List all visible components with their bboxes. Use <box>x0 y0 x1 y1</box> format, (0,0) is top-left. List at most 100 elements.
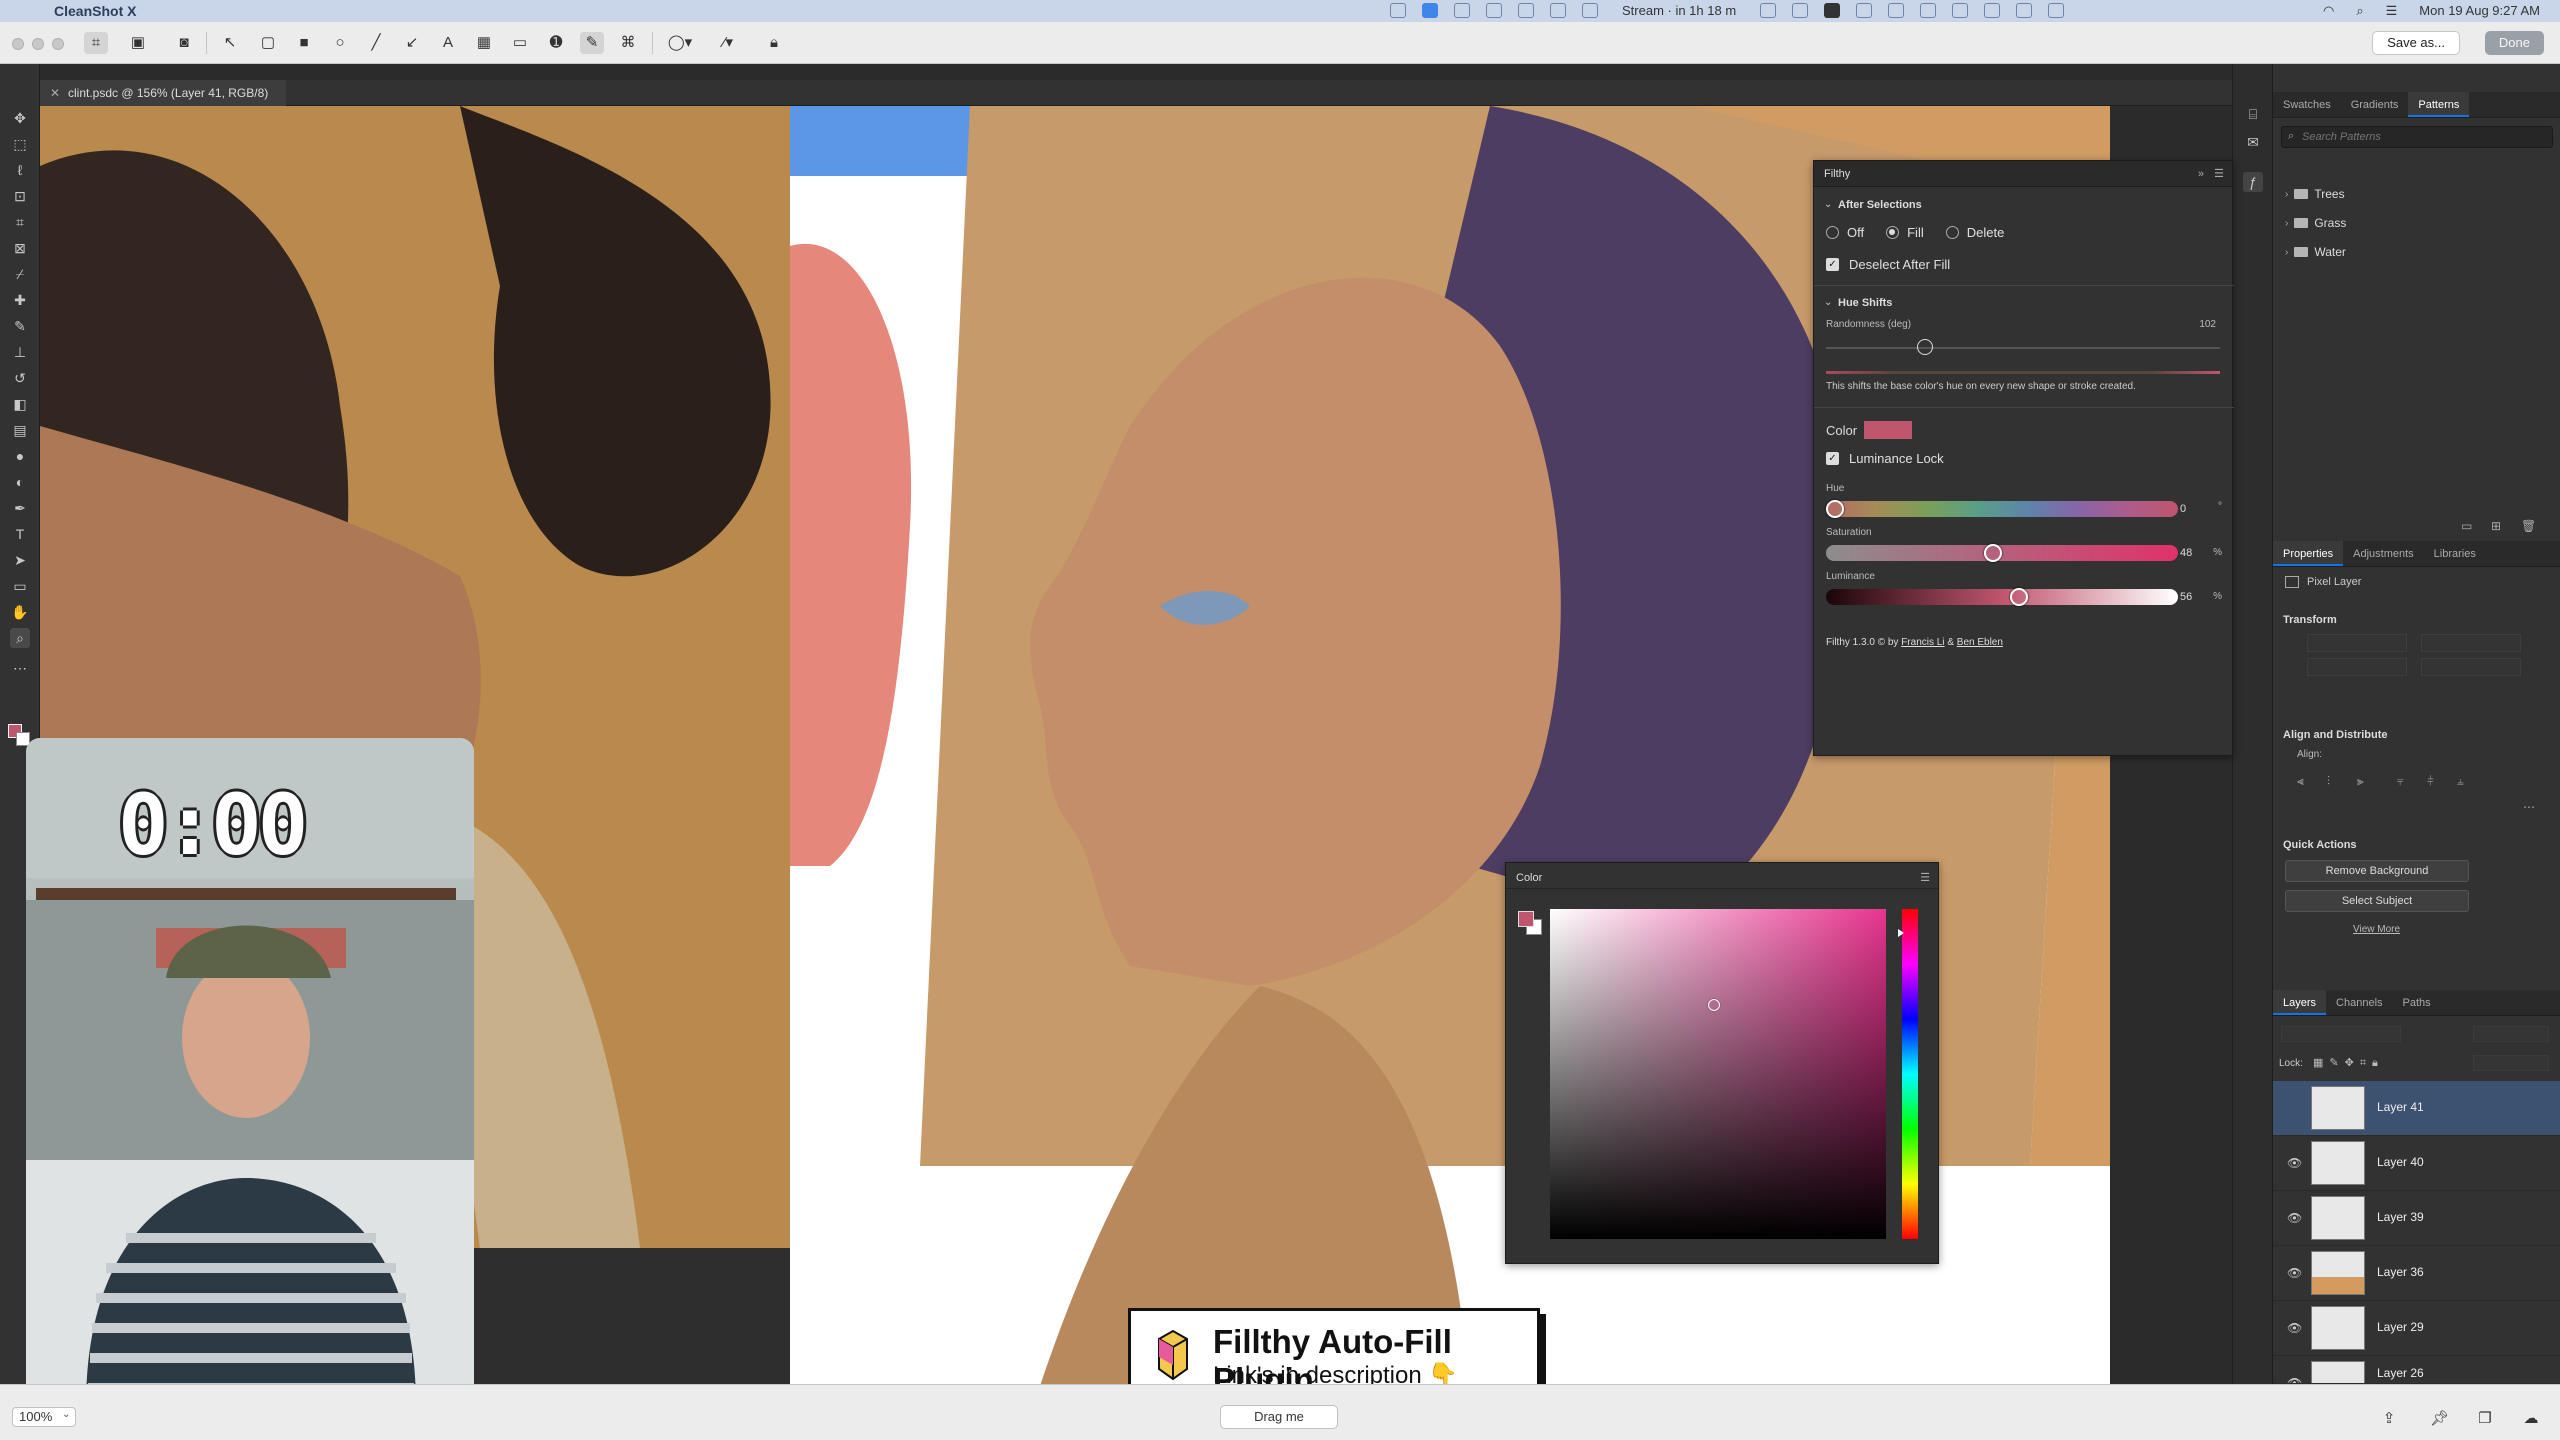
color-picker-icon[interactable]: ◯▾ <box>662 32 698 54</box>
screenshot-icon[interactable]: ◙ <box>172 32 196 54</box>
history-panel-icon[interactable]: ⌸ <box>2243 104 2263 124</box>
hue-slider[interactable] <box>1826 501 2178 517</box>
layer-row[interactable]: 👁︎ Layer 29 <box>2273 1301 2560 1356</box>
layer-row[interactable]: 👁︎ Layer 39 <box>2273 1191 2560 1246</box>
new-group-icon[interactable]: ▭ <box>2461 519 2472 533</box>
close-window-button[interactable] <box>12 38 24 50</box>
filled-rectangle-tool-icon[interactable]: ■ <box>292 32 316 54</box>
chevron-down-icon[interactable]: ⌄ <box>1824 199 1832 210</box>
spotlight-tool-icon[interactable]: ▭ <box>508 32 532 54</box>
blur-tool-icon[interactable]: ● <box>10 446 30 466</box>
more-options-icon[interactable]: ⋯ <box>2523 800 2535 814</box>
comments-panel-icon[interactable]: ✉ <box>2243 132 2263 152</box>
remove-background-button[interactable]: Remove Background <box>2285 860 2469 882</box>
history-brush-icon[interactable]: ↺ <box>10 368 30 388</box>
cloud-upload-icon[interactable]: ☁ <box>2522 1409 2540 1427</box>
layer-row[interactable]: Layer 41 <box>2273 1081 2560 1136</box>
clock[interactable]: Mon 19 Aug 9:27 AM <box>2419 3 2540 19</box>
filthy-panel-icon[interactable]: ƒ <box>2243 172 2263 192</box>
hue-knob[interactable] <box>1826 500 1844 518</box>
tab-swatches[interactable]: Swatches <box>2273 92 2341 117</box>
color-titlebar[interactable]: Color ☰ <box>1506 863 1938 889</box>
hue-shifts-heading[interactable]: Hue Shifts <box>1838 297 1892 309</box>
filthy-titlebar[interactable]: Filthy » ☰ <box>1814 161 2232 187</box>
status-icon[interactable] <box>1984 3 2001 18</box>
status-icon[interactable] <box>1856 3 1873 18</box>
align-middle-icon[interactable]: ⫩ <box>2427 774 2434 789</box>
select-subject-button[interactable]: Select Subject <box>2285 890 2469 912</box>
zoom-window-button[interactable] <box>52 38 64 50</box>
opacity-field[interactable] <box>2473 1026 2549 1042</box>
arrow-line-tool-icon[interactable]: ↙ <box>400 32 424 54</box>
brush-tool-icon[interactable]: ✎ <box>10 316 30 336</box>
layer-row[interactable]: 👁︎ Layer 26 <box>2273 1356 2560 1384</box>
tab-paths[interactable]: Paths <box>2393 990 2441 1015</box>
folder-trees[interactable]: › Trees <box>2285 184 2345 204</box>
blend-mode-select[interactable] <box>2281 1026 2401 1042</box>
text-tool-icon[interactable]: A <box>436 32 460 54</box>
tab-channels[interactable]: Channels <box>2326 990 2392 1015</box>
author-link[interactable]: Francis Li <box>1901 637 1944 648</box>
layer-row[interactable]: 👁︎ Layer 36 <box>2273 1246 2560 1301</box>
path-select-icon[interactable]: ➤ <box>10 550 30 570</box>
stroke-width-icon[interactable]: ⁄▾ <box>710 32 746 54</box>
more-tools-icon[interactable]: ⋯ <box>10 658 30 678</box>
saturation-value[interactable]: 48 <box>2180 547 2216 563</box>
gradient-tool-icon[interactable]: ▤ <box>10 420 30 440</box>
lasso-tool-icon[interactable]: ℓ <box>10 160 30 180</box>
status-icon[interactable] <box>1824 3 1841 18</box>
document-tab[interactable]: ✕ clint.psdc @ 156% (Layer 41, RGB/8) <box>40 80 287 106</box>
align-heading[interactable]: Align and Distribute <box>2283 729 2388 741</box>
eye-icon[interactable]: 👁︎ <box>2287 1156 2302 1170</box>
healing-brush-icon[interactable]: ✚ <box>10 290 30 310</box>
randomness-slider[interactable] <box>1826 347 2220 349</box>
status-icon[interactable] <box>2048 3 2065 18</box>
ellipse-tool-icon[interactable]: ○ <box>328 32 352 54</box>
eye-icon[interactable]: 👁︎ <box>2287 1211 2302 1225</box>
luminance-value[interactable]: 56 <box>2180 591 2216 607</box>
frame-tool-icon[interactable]: ⊠ <box>10 238 30 258</box>
drag-handle[interactable]: Drag me <box>1220 1405 1338 1429</box>
status-icon[interactable] <box>1422 3 1438 18</box>
hue-strip[interactable] <box>1898 909 1918 1239</box>
app-name[interactable]: CleanShot X <box>54 3 136 19</box>
status-icon[interactable] <box>1518 3 1534 18</box>
width-field[interactable] <box>2307 634 2407 652</box>
move-tool-icon[interactable]: ✥ <box>10 108 30 128</box>
chevron-down-icon[interactable]: ⌄ <box>1824 297 1832 308</box>
align-right-icon[interactable]: ⫸ <box>2357 774 2364 789</box>
status-icon[interactable] <box>1920 3 1937 18</box>
author-link[interactable]: Ben Eblen <box>1957 637 2003 648</box>
luminance-slider[interactable] <box>1826 589 2178 605</box>
transform-heading[interactable]: Transform <box>2283 614 2337 626</box>
radio-delete[interactable]: Delete <box>1945 225 2004 240</box>
layer-row[interactable]: 👁︎ Layer 40 <box>2273 1136 2560 1191</box>
height-field[interactable] <box>2307 658 2407 676</box>
tab-libraries[interactable]: Libraries <box>2424 541 2486 566</box>
arrow-tool-icon[interactable]: ↖ <box>218 32 242 54</box>
panel-menu-icon[interactable]: ☰ <box>2214 161 2224 187</box>
tab-adjustments[interactable]: Adjustments <box>2343 541 2424 566</box>
dodge-tool-icon[interactable]: ◐ <box>10 472 30 492</box>
pen-tool-icon[interactable]: ✒ <box>10 498 30 518</box>
search-icon[interactable]: ⌕ <box>2356 3 2363 19</box>
save-as-button[interactable]: Save as... <box>2372 31 2460 55</box>
status-icon[interactable] <box>2016 3 2033 18</box>
radio-fill[interactable]: Fill <box>1886 225 1924 240</box>
align-bottom-icon[interactable]: ⫨ <box>2457 774 2464 789</box>
tab-gradients[interactable]: Gradients <box>2341 92 2409 117</box>
eyedropper-icon[interactable]: ⌿ <box>10 264 30 284</box>
y-field[interactable] <box>2421 658 2521 676</box>
trash-icon[interactable]: 🗑︎ <box>2521 519 2536 533</box>
eye-icon[interactable]: 👁︎ <box>2287 1321 2302 1335</box>
panel-menu-icon[interactable]: ☰ <box>1920 863 1930 893</box>
tab-layers[interactable]: Layers <box>2273 990 2327 1015</box>
hand-tool-icon[interactable]: ✋ <box>10 602 30 622</box>
randomness-knob[interactable] <box>1916 339 1933 355</box>
deselect-after-fill-checkbox[interactable]: ✓ Deselect After Fill <box>1826 257 1950 272</box>
collapse-icon[interactable]: » <box>2198 161 2204 187</box>
pencil-tool-icon[interactable]: ✎ <box>580 32 604 54</box>
status-icon[interactable] <box>1792 3 1809 18</box>
zoom-tool-icon[interactable]: ⌕ <box>10 628 30 648</box>
fill-field[interactable] <box>2473 1055 2549 1071</box>
